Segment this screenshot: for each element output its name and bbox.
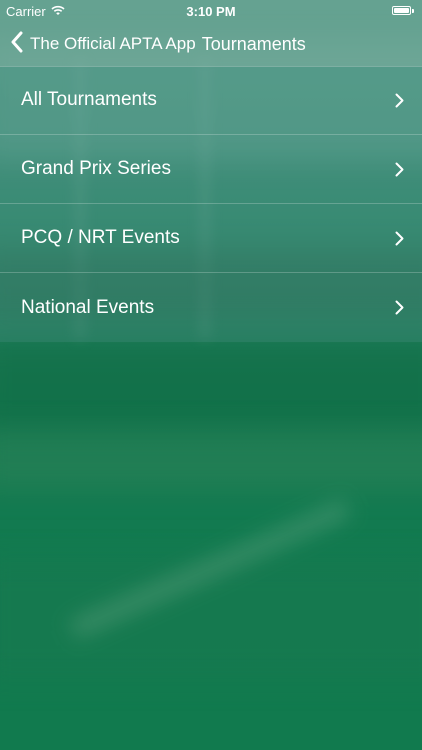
tournament-menu: All Tournaments Grand Prix Series PCQ / … [0,66,422,342]
menu-item-label: All Tournaments [21,89,157,110]
chevron-left-icon [10,31,30,58]
menu-item-pcq-nrt-events[interactable]: PCQ / NRT Events [0,204,422,273]
back-label: The Official APTA App [30,34,196,53]
menu-item-all-tournaments[interactable]: All Tournaments [0,66,422,135]
menu-item-grand-prix-series[interactable]: Grand Prix Series [0,135,422,204]
status-time: 3:10 PM [186,4,236,19]
menu-item-label: Grand Prix Series [21,158,171,179]
battery-icon [392,6,414,16]
back-button[interactable]: The Official APTA App [10,22,196,66]
status-bar: Carrier 3:10 PM [0,0,422,22]
app-screen: Carrier 3:10 PM The Official APTA App To… [0,0,422,750]
menu-item-national-events[interactable]: National Events [0,273,422,342]
menu-item-label: PCQ / NRT Events [21,227,180,248]
menu-item-label: National Events [21,296,155,318]
nav-content: The Official APTA App Tournaments [0,22,422,66]
page-title: Tournaments [201,33,306,54]
